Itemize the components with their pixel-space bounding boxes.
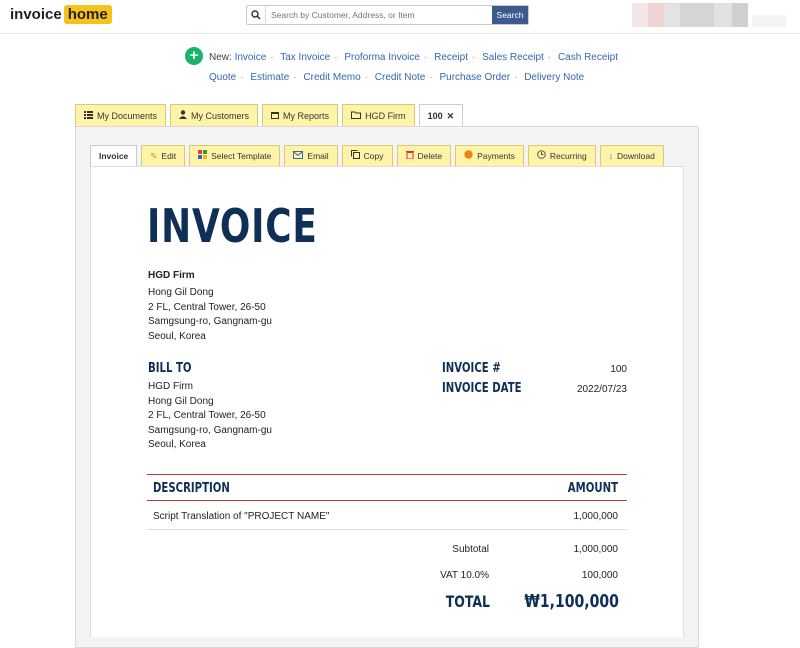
subtotal-label: Subtotal [452,544,489,555]
new-purchase-order-link[interactable]: Purchase Order [439,72,510,83]
new-receipt-link[interactable]: Receipt [434,52,468,63]
search-icon [247,6,266,24]
new-credit-note-link[interactable]: Credit Note [375,72,426,83]
action-tabs: Invoice ✎ Edit Select Template Email Cop… [90,145,668,167]
action-label: Select Template [211,151,272,161]
recurring-button[interactable]: Recurring [527,145,596,167]
top-bar: invoice home Search [0,0,800,34]
action-label: Copy [363,151,384,161]
clock-icon [537,146,546,167]
tab-label: HGD Firm [365,111,406,121]
user-icon [179,105,188,127]
add-new-icon[interactable]: + [185,47,203,65]
email-button[interactable]: Email [284,145,338,167]
vat-label: VAT 10.0% [440,570,489,581]
new-sales-receipt-link[interactable]: Sales Receipt [482,52,544,63]
tab-hgd-firm[interactable]: HGD Firm [342,104,415,127]
coin-icon [464,146,473,167]
search-input[interactable] [266,6,492,24]
delete-button[interactable]: Delete [396,145,452,167]
email-icon [293,146,304,167]
tab-my-customers[interactable]: My Customers [170,104,259,127]
bill-to-line: Hong Gil Dong [148,395,214,407]
bill-to-line: HGD Firm [148,381,193,392]
brand-logo-text: invoice [10,6,62,23]
trash-icon [405,146,414,167]
calendar-icon [271,105,280,127]
action-label: Delete [417,151,443,161]
bill-to-address: HGD Firm Hong Gil Dong 2 FL, Central Tow… [148,380,272,453]
download-icon: ↓ [608,151,613,161]
new-quote-link[interactable]: Quote [209,72,236,83]
grid-icon [198,146,208,167]
description-header: DESCRIPTION [153,481,230,496]
new-prefix: New: [209,52,232,63]
action-label: Email [307,151,329,161]
invoice-number: 100 [610,364,627,375]
tab-my-documents[interactable]: My Documents [75,104,167,127]
search-button[interactable]: Search [492,6,528,24]
action-label: Recurring [549,151,587,161]
action-label: Download [617,151,655,161]
new-delivery-note-link[interactable]: Delivery Note [524,72,584,83]
tab-label: My Documents [97,111,158,121]
new-tax-invoice-link[interactable]: Tax Invoice [280,52,330,63]
invoice-title: INVOICE [147,199,318,253]
total-label: TOTAL [445,592,490,611]
total-value: ₩1,100,000 [524,591,619,612]
tab-label: My Customers [191,111,250,121]
search-bar: Search [246,5,529,25]
item-divider [147,529,627,530]
copy-icon [350,146,360,167]
table-top-rule [147,474,627,475]
new-estimate-link[interactable]: Estimate [250,72,289,83]
action-label: Payments [477,151,515,161]
edit-button[interactable]: ✎ Edit [141,145,186,167]
invoice-date: 2022/07/23 [576,384,627,395]
brand-logo[interactable]: invoice home [10,5,112,24]
sender-line: Seoul, Korea [148,330,206,342]
bill-to-heading: BILL TO [148,361,192,376]
invoice-document: INVOICE HGD Firm Hong Gil Dong 2 FL, Cen… [90,166,684,637]
tab-invoice-view[interactable]: Invoice [90,145,138,167]
new-invoice-link[interactable]: Invoice [235,52,267,63]
pencil-icon: ✎ [150,151,158,161]
sender-company: HGD Firm [148,270,195,281]
sender-address: Hong Gil Dong 2 FL, Central Tower, 26-50… [148,286,272,344]
invoice-number-label: INVOICE # [442,361,501,376]
action-label: Edit [161,151,177,161]
tab-label: My Reports [283,111,330,121]
bill-to-line: Samgsung-ro, Gangnam-gu [148,424,272,436]
tab-label: 100 [427,111,443,121]
invoice-date-label: INVOICE DATE [442,381,522,396]
item-amount: 1,000,000 [573,511,619,522]
sender-line: Samgsung-ro, Gangnam-gu [148,316,272,327]
tab-my-reports[interactable]: My Reports [262,104,339,127]
bill-to-line: 2 FL, Central Tower, 26-50 [148,410,266,421]
subtotal-value: 1,000,000 [573,544,619,555]
list-icon [84,105,93,127]
new-credit-memo-link[interactable]: Credit Memo [303,72,360,83]
brand-logo-highlight: home [63,5,112,24]
sender-line: 2 FL, Central Tower, 26-50 [148,301,266,313]
new-links-row-2: Quote · Estimate · Credit Memo · Credit Not… [209,72,585,83]
new-links-row-1: New: Invoice · Tax Invoice · Proforma Invo… [209,52,618,63]
amount-header: AMOUNT [567,481,618,496]
bill-to-line: Seoul, Korea [148,439,206,450]
table-header-rule [147,500,627,501]
folder-icon [351,105,362,127]
sender-line: Hong Gil Dong [148,287,214,298]
action-label: Invoice [99,151,129,161]
vat-value: 100,000 [581,570,618,581]
new-proforma-invoice-link[interactable]: Proforma Invoice [344,52,420,63]
select-template-button[interactable]: Select Template [189,145,281,167]
payments-button[interactable]: Payments [455,145,524,167]
close-icon[interactable]: ✕ [447,105,455,127]
document-tabs: My Documents My Customers My Reports HGD… [75,104,467,127]
tab-invoice-100[interactable]: 100 ✕ [418,104,464,127]
download-button[interactable]: ↓ Download [599,145,664,167]
item-description: Script Translation of "PROJECT NAME" [153,511,330,522]
copy-button[interactable]: Copy [341,145,393,167]
new-cash-receipt-link[interactable]: Cash Receipt [558,52,618,63]
